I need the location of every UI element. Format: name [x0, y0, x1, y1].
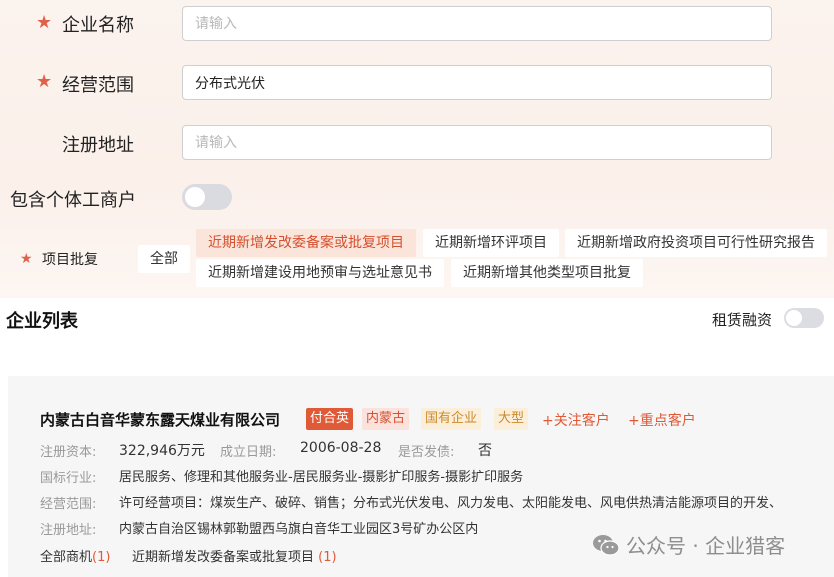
chip-eia-projects[interactable]: 近期新增环评项目 — [423, 229, 559, 257]
scope-label: 经营范围: — [40, 497, 97, 512]
wechat-icon — [593, 534, 620, 556]
capital-label: 注册资本: — [40, 445, 97, 460]
founded-label: 成立日期: — [220, 445, 277, 460]
bond-value: 否 — [478, 443, 492, 459]
watermark-text: 公众号 · 企业猎客 — [626, 534, 786, 558]
industry-label: 国标行业: — [40, 471, 97, 486]
key-customer-button[interactable]: +重点客户 — [628, 410, 696, 430]
toggle-knob — [185, 187, 205, 207]
toggle-knob — [786, 310, 802, 326]
company-type-tag: 国有企业 — [421, 408, 482, 430]
company-list-title: 企业列表 — [6, 311, 78, 332]
required-star-icon: ★ — [20, 251, 33, 267]
capital-value: 322,946万元 — [119, 443, 205, 459]
scope-value: 许可经营项目：煤炭生产、破碎、销售；分布式光伏发电、风力发电、太阳能发电、风电供… — [119, 496, 783, 511]
required-star-icon: ★ — [36, 12, 53, 33]
founded-value: 2006-08-28 — [300, 440, 382, 456]
watermark: 公众号 · 企业猎客 — [592, 530, 785, 559]
address-value: 内蒙古自治区锡林郭勒盟西乌旗白音华工业园区3号矿办公区内 — [119, 522, 479, 537]
bond-label: 是否发债: — [398, 445, 455, 460]
address-label: 注册地址: — [40, 523, 97, 538]
all-opportunities-count: 1 — [97, 550, 106, 565]
recent-projects-label: 近期新增发改委备案或批复项目 — [132, 550, 315, 565]
filter-panel: ★ 企业名称 ★ 经营范围 注册地址 包含个体工商户 ★ 项目批复 全部 近期新… — [0, 0, 834, 298]
company-name-label: 企业名称 — [62, 15, 134, 36]
all-opportunities-label: 全部商机 — [40, 550, 93, 565]
company-name[interactable]: 内蒙古白音华蒙东露天煤业有限公司 — [40, 409, 280, 430]
chip-all[interactable]: 全部 — [138, 245, 190, 273]
lease-finance-toggle[interactable] — [784, 308, 824, 328]
lease-finance-label: 租赁融资 — [712, 311, 773, 329]
recent-projects-count: 1 — [323, 550, 332, 565]
include-individual-toggle[interactable] — [182, 184, 232, 210]
include-individual-label: 包含个体工商户 — [10, 190, 136, 211]
region-tag: 内蒙古 — [362, 408, 410, 430]
industry-value: 居民服务、修理和其他服务业-居民服务业-摄影扩印服务-摄影扩印服务 — [119, 470, 524, 485]
chip-other-approvals[interactable]: 近期新增其他类型项目批复 — [451, 259, 643, 287]
project-approval-label: 项目批复 — [42, 252, 98, 268]
company-name-input[interactable] — [182, 6, 772, 41]
reg-address-input[interactable] — [182, 125, 772, 160]
recent-projects-link[interactable]: 近期新增发改委备案或批复项目 (1) — [132, 546, 337, 565]
all-opportunities-link[interactable]: 全部商机(1) — [40, 546, 110, 565]
reg-address-label: 注册地址 — [62, 135, 134, 156]
follow-customer-button[interactable]: +关注客户 — [542, 410, 610, 430]
chip-land-preapproval[interactable]: 近期新增建设用地预审与选址意见书 — [196, 259, 444, 287]
chip-ndrc-projects[interactable]: 近期新增发改委备案或批复项目 — [196, 229, 416, 257]
legal-rep-tag[interactable]: 付合英 — [306, 408, 354, 430]
chip-feasibility-reports[interactable]: 近期新增政府投资项目可行性研究报告 — [565, 229, 827, 257]
required-star-icon: ★ — [36, 71, 53, 92]
company-size-tag: 大型 — [494, 408, 529, 430]
business-scope-input[interactable] — [182, 65, 772, 100]
business-scope-label: 经营范围 — [62, 75, 134, 96]
